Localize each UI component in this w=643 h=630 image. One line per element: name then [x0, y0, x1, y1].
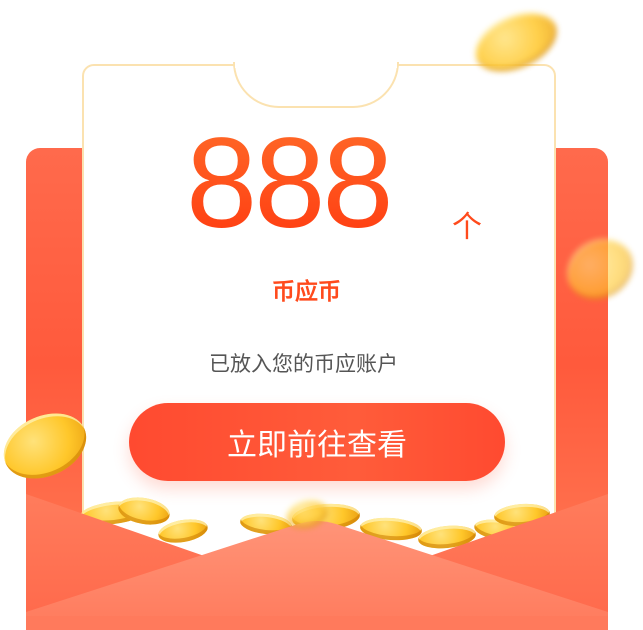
view-now-button[interactable]: 立即前往查看 — [129, 403, 505, 481]
reward-unit: 个 — [452, 210, 482, 245]
reward-dialog: 888 个 币应币 已放入您的币应账户 立即前往查看 — [0, 0, 643, 630]
reward-amount: 888 — [186, 112, 394, 255]
reward-message: 已放入您的币应账户 — [209, 352, 398, 376]
currency-name: 币应币 — [272, 279, 341, 305]
card-notch — [233, 62, 399, 108]
